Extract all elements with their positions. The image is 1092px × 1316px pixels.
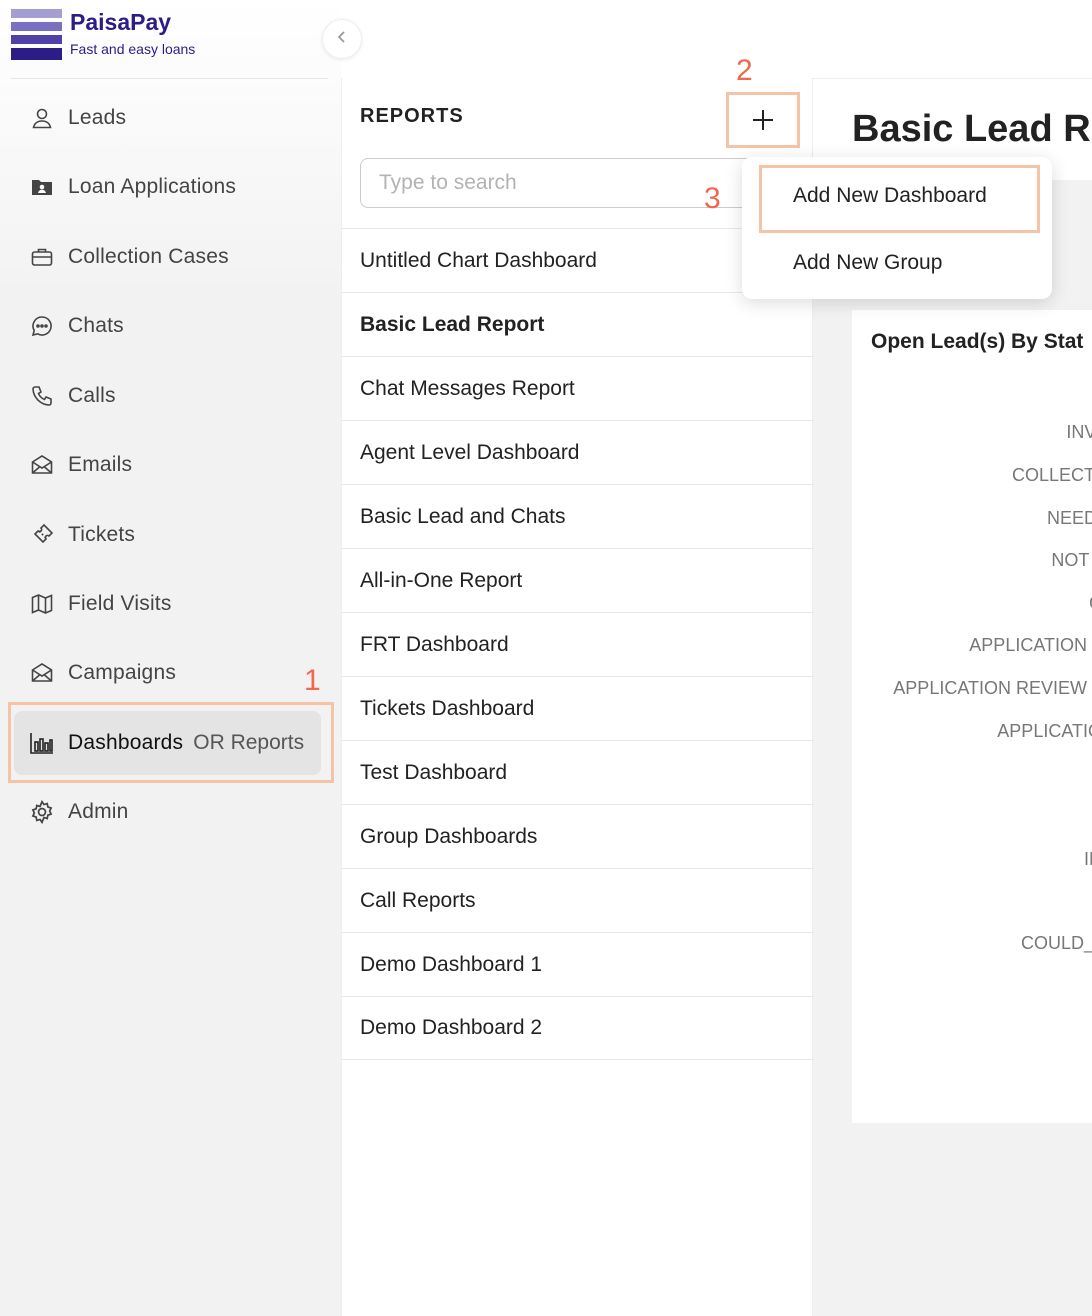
list-item[interactable]: Demo Dashboard 1 [342,932,813,996]
list-item[interactable]: Chat Messages Report [342,356,813,420]
briefcase-icon [28,243,56,271]
add-new-group-menu-item[interactable]: Add New Group [793,251,942,275]
reports-list: Untitled Chart Dashboard Basic Lead Repo… [342,228,813,1060]
sidebar: PaisaPay Fast and easy loans Leads Loan … [0,0,341,1316]
gear-icon [28,798,56,826]
list-item[interactable]: Call Reports [342,868,813,932]
brand-tagline: Fast and easy loans [70,41,196,57]
sidebar-item-label: Tickets [68,523,136,546]
axis-label: APPLICATIO [997,721,1092,741]
reports-title: REPORTS [360,105,464,127]
list-item[interactable]: All-in-One Report [342,548,813,612]
folder-user-icon [28,173,56,201]
sidebar-item-label: Chats [68,314,124,337]
sidebar-item-calls[interactable]: Calls [14,364,321,428]
list-item[interactable]: Test Dashboard [342,740,813,804]
list-item[interactable]: Basic Lead Report [342,292,813,356]
sidebar-item-tickets[interactable]: Tickets [14,503,321,567]
list-item[interactable]: Group Dashboards [342,804,813,868]
logo-mark-icon [11,9,62,60]
sidebar-item-label: Field Visits [68,592,172,615]
sidebar-item-label: Leads [68,106,127,129]
sidebar-item-label: Loan Applications [68,175,237,198]
sidebar-item-field-visits[interactable]: Field Visits [14,572,321,636]
search-input[interactable] [360,158,760,208]
axis-label: COULD_N [1020,933,1092,953]
sidebar-item-collection-cases[interactable]: Collection Cases [14,225,321,289]
user-icon [28,104,56,132]
chart-card: Open Lead(s) By Stat INVALI COLLECT NEED… [852,310,1092,1123]
list-item[interactable]: Demo Dashboard 2 [342,996,813,1060]
sidebar-item-loan-applications[interactable]: Loan Applications [14,155,321,219]
annotation-box-1 [8,702,334,783]
annotation-step-2: 2 [736,54,753,87]
list-item[interactable]: Tickets Dashboard [342,676,813,740]
chart-card-title: Open Lead(s) By Stat [871,330,1084,353]
sidebar-item-label: Emails [68,453,133,476]
mail-icon [28,451,56,479]
list-item[interactable]: FRT Dashboard [342,612,813,676]
sidebar-item-campaigns[interactable]: Campaigns [14,641,321,705]
sidebar-item-leads[interactable]: Leads [14,86,321,150]
page-title: Basic Lead Re [852,108,1092,150]
axis-label: APPLICATION REVIEW [893,678,1087,698]
ticket-icon [28,521,56,549]
sidebar-item-emails[interactable]: Emails [14,433,321,497]
axis-label: IN [1084,849,1092,869]
collapse-sidebar-button[interactable] [322,19,362,59]
sidebar-divider [10,78,328,79]
sidebar-item-admin[interactable]: Admin [14,780,321,844]
sidebar-item-chats[interactable]: Chats [14,294,321,358]
chevron-left-icon [335,30,349,49]
annotation-step-3: 3 [704,182,721,215]
sidebar-item-label: Collection Cases [68,245,229,268]
list-item[interactable]: Agent Level Dashboard [342,420,813,484]
sidebar-item-label: Campaigns [68,661,177,684]
brand-logo[interactable]: PaisaPay Fast and easy loans [11,9,331,69]
axis-label: NEED M [1046,508,1092,528]
sidebar-item-label: Admin [68,800,129,823]
mail-open-icon [28,659,56,687]
annotation-box-3 [759,165,1040,233]
axis-label: INVALI [1066,422,1092,442]
annotation-box-2 [726,92,800,148]
annotation-step-1: 1 [304,664,321,697]
list-item[interactable]: Basic Lead and Chats [342,484,813,548]
brand-name: PaisaPay [70,9,172,35]
phone-icon [28,382,56,410]
chat-bubble-icon [28,312,56,340]
axis-label: APPLICATION S [969,635,1092,655]
map-icon [28,590,56,618]
axis-label: NOT IN [1051,550,1092,570]
axis-label: COLLECT [1011,465,1092,485]
sidebar-item-label: Calls [68,384,116,407]
